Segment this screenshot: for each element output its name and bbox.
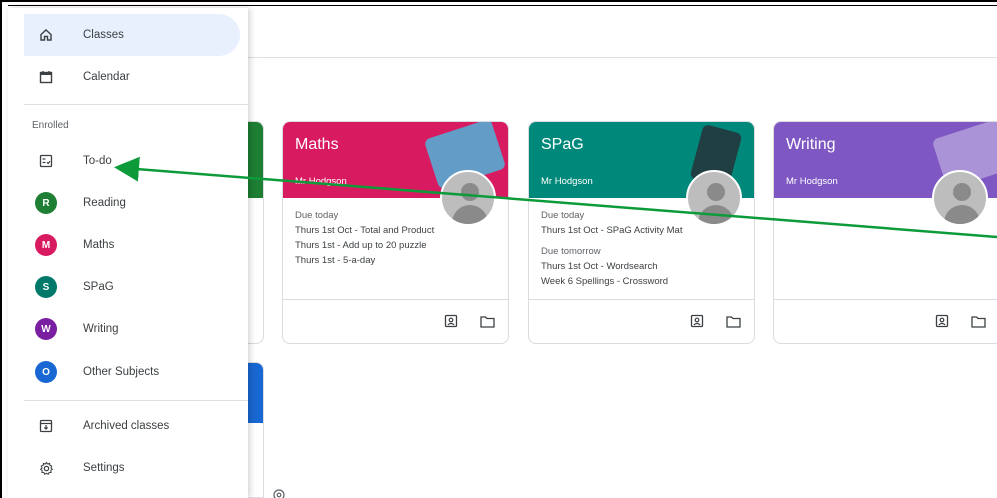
folder-icon[interactable] (970, 313, 986, 329)
nav-item-maths[interactable]: M Maths (24, 224, 240, 266)
card-title[interactable]: Writing (786, 136, 836, 154)
card-footer (774, 299, 997, 343)
reading-card-partial[interactable] (248, 121, 264, 344)
assignment-link[interactable]: Thurs 1st Oct - Wordsearch (541, 259, 742, 274)
class-avatar: M (35, 234, 57, 256)
card-footer (283, 299, 508, 343)
class-avatar: O (35, 361, 57, 383)
nav-item-label: Settings (83, 462, 125, 474)
drawer-divider (24, 104, 248, 105)
nav-item-label: Classes (83, 29, 124, 41)
settings-icon-partial[interactable] (272, 488, 286, 498)
calendar-icon (36, 67, 56, 87)
class-avatar: S (35, 276, 57, 298)
nav-item-classes[interactable]: Classes (24, 14, 240, 56)
work-portfolio-icon[interactable] (443, 313, 459, 329)
top-rule (8, 5, 997, 6)
todo-icon (36, 151, 56, 171)
nav-item-other-subjects[interactable]: O Other Subjects (24, 351, 240, 393)
folder-icon[interactable] (725, 313, 741, 329)
nav-item-label: Reading (83, 197, 126, 209)
home-icon (36, 25, 56, 45)
nav-item-settings[interactable]: Settings (24, 447, 240, 489)
work-portfolio-icon[interactable] (689, 313, 705, 329)
card-banner[interactable]: Writing Mr Hodgson (774, 122, 997, 226)
card-title[interactable]: SPaG (541, 136, 584, 154)
nav-item-label: SPaG (83, 281, 114, 293)
class-card-spag[interactable]: SPaG Mr Hodgson Due today Thurs 1st Oct … (528, 121, 755, 344)
card-title[interactable]: Maths (295, 136, 339, 154)
other-subjects-card-partial[interactable] (248, 362, 264, 498)
card-teacher[interactable]: Mr Hodgson (786, 176, 838, 187)
nav-item-label: To-do (83, 155, 112, 167)
class-card-maths[interactable]: Maths Mr Hodgson Due today Thurs 1st Oct… (282, 121, 509, 344)
card-banner[interactable]: Maths Mr Hodgson (283, 122, 508, 226)
card-teacher[interactable]: Mr Hodgson (295, 176, 347, 187)
assignment-link[interactable]: Week 6 Spellings - Crossword (541, 274, 742, 289)
nav-item-label: Archived classes (83, 420, 170, 432)
nav-item-todo[interactable]: To-do (24, 140, 240, 182)
nav-item-writing[interactable]: W Writing (24, 308, 240, 350)
class-card-writing[interactable]: Writing Mr Hodgson (773, 121, 997, 344)
teacher-avatar (440, 170, 496, 226)
archive-icon (36, 416, 56, 436)
nav-item-label: Other Subjects (83, 366, 160, 378)
nav-item-reading[interactable]: R Reading (24, 182, 240, 224)
navigation-drawer: Classes Calendar Enrolled To-do R Readin… (8, 8, 248, 498)
folder-icon[interactable] (479, 313, 495, 329)
nav-item-calendar[interactable]: Calendar (24, 56, 240, 98)
nav-item-label: Maths (83, 239, 115, 251)
assignment-link[interactable]: Thurs 1st - Add up to 20 puzzle (295, 238, 496, 253)
teacher-avatar (932, 170, 988, 226)
teacher-avatar (686, 170, 742, 226)
drawer-divider (24, 400, 248, 401)
assignment-link[interactable]: Thurs 1st - 5-a-day (295, 253, 496, 268)
nav-item-spag[interactable]: S SPaG (24, 266, 240, 308)
card-footer (529, 299, 754, 343)
class-avatar: R (35, 192, 57, 214)
card-banner[interactable]: SPaG Mr Hodgson (529, 122, 754, 226)
header-divider (248, 57, 997, 58)
nav-item-archived-classes[interactable]: Archived classes (24, 405, 240, 447)
gear-icon (36, 458, 56, 478)
card-teacher[interactable]: Mr Hodgson (541, 176, 593, 187)
nav-item-label: Writing (83, 323, 119, 335)
work-portfolio-icon[interactable] (934, 313, 950, 329)
due-label: Due tomorrow (541, 246, 601, 257)
class-avatar: W (35, 318, 57, 340)
nav-item-label: Calendar (83, 71, 130, 83)
enrolled-section-label: Enrolled (32, 120, 69, 131)
